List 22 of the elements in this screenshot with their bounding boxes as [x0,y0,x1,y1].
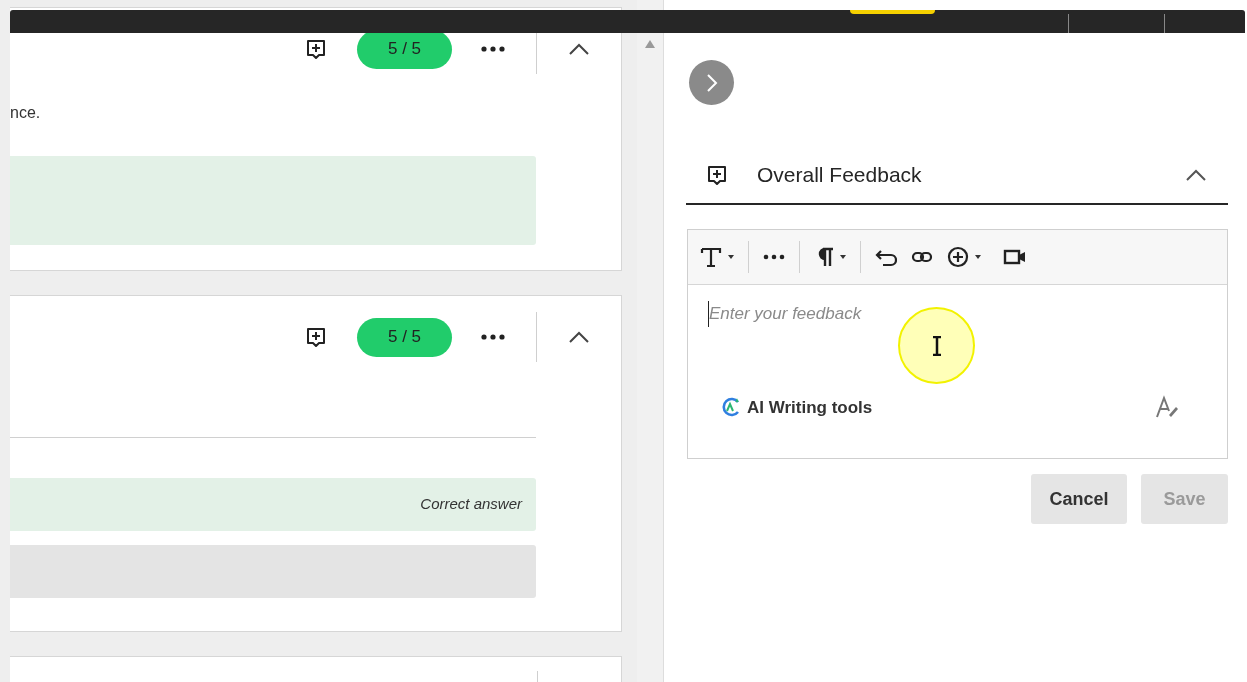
feedback-icon [706,164,728,186]
answer-label: Correct answer [420,494,522,515]
chevron-right-icon [705,72,718,93]
feedback-input[interactable]: Enter your feedback [708,301,862,327]
more-options-icon[interactable] [481,46,505,52]
cancel-button[interactable]: Cancel [1031,474,1127,524]
add-feedback-icon[interactable] [305,38,327,60]
text-cursor-icon [930,335,943,356]
section-title: Overall Feedback [757,162,923,189]
collapse-icon[interactable] [1184,167,1208,183]
text-style-icon[interactable] [700,245,734,269]
collapse-icon[interactable] [567,41,591,57]
ai-logo-icon [720,396,742,419]
next-button[interactable] [689,60,734,105]
formatting-pen-icon[interactable] [1155,395,1179,420]
question-text: nce. [10,103,42,123]
add-feedback-icon[interactable] [305,326,327,348]
ai-writing-tools-link[interactable]: AI Writing tools [720,394,1155,420]
collapse-icon[interactable] [567,329,591,345]
more-options-icon[interactable] [481,334,505,340]
score-badge: 5 / 5 [357,317,452,357]
add-content-icon[interactable] [947,245,981,269]
